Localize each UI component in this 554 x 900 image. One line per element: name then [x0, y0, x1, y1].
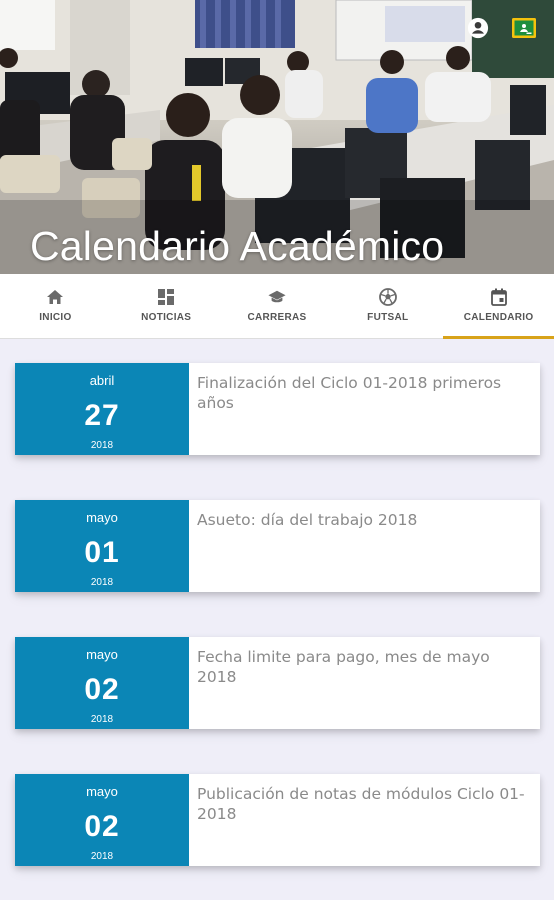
event-month: mayo: [86, 647, 118, 662]
date-block: mayo 02 2018: [15, 774, 189, 866]
calendar-icon: [490, 288, 508, 306]
list-item[interactable]: mayo 02 2018 Publicación de notas de mód…: [15, 774, 540, 866]
event-year: 2018: [90, 440, 114, 451]
classroom-icon: [512, 18, 536, 38]
event-list: abril 27 2018 Finalización del Ciclo 01-…: [0, 339, 554, 866]
date-block: mayo 01 2018: [15, 500, 189, 592]
tab-label: CARRERAS: [247, 312, 307, 323]
event-year: 2018: [90, 714, 114, 725]
event-day: 02: [84, 810, 120, 843]
event-title: Finalización del Ciclo 01-2018 primeros …: [197, 374, 502, 412]
tab-label: NOTICIAS: [141, 312, 192, 323]
page-title: Calendario Académico: [30, 223, 445, 269]
event-year: 2018: [90, 851, 114, 862]
event-title: Asueto: día del trabajo 2018: [197, 511, 418, 529]
event-day: 02: [84, 673, 120, 706]
list-item[interactable]: mayo 02 2018 Fecha limite para pago, mes…: [15, 637, 540, 729]
event-day: 27: [84, 399, 120, 432]
account-button[interactable]: [466, 16, 490, 40]
classroom-button[interactable]: [512, 16, 536, 40]
graduation-cap-icon: [268, 288, 286, 306]
tab-carreras[interactable]: CARRERAS: [222, 274, 333, 338]
header-actions: [466, 16, 536, 40]
account-circle-icon: [467, 17, 489, 39]
event-month: mayo: [86, 784, 118, 799]
event-day: 01: [84, 536, 120, 569]
tab-calendario[interactable]: CALENDARIO: [443, 274, 554, 339]
tab-label: CALENDARIO: [463, 312, 534, 323]
tab-noticias[interactable]: NOTICIAS: [111, 274, 222, 338]
event-year: 2018: [90, 577, 114, 588]
tab-futsal[interactable]: FUTSAL: [332, 274, 443, 338]
list-item[interactable]: mayo 01 2018 Asueto: día del trabajo 201…: [15, 500, 540, 592]
event-month: mayo: [86, 510, 118, 525]
tab-label: INICIO: [39, 312, 72, 323]
list-item[interactable]: abril 27 2018 Finalización del Ciclo 01-…: [15, 363, 540, 455]
event-title: Fecha limite para pago, mes de mayo 2018: [197, 648, 490, 686]
soccer-ball-icon: [378, 288, 397, 306]
tab-bar: INICIO NOTICIAS CARRERAS FUTSAL CALENDAR…: [0, 274, 554, 339]
hero-header: Calendario Académico: [0, 0, 554, 274]
event-month: abril: [89, 373, 115, 388]
date-block: mayo 02 2018: [15, 637, 189, 729]
date-block: abril 27 2018: [15, 363, 189, 455]
home-icon: [46, 288, 64, 306]
dashboard-icon: [157, 288, 175, 306]
tab-label: FUTSAL: [367, 312, 409, 323]
event-title: Publicación de notas de módulos Ciclo 01…: [197, 785, 525, 823]
tab-inicio[interactable]: INICIO: [0, 274, 111, 338]
